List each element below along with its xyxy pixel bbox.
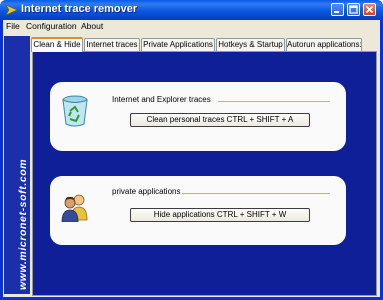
menu-configuration[interactable]: Configuration xyxy=(26,21,77,31)
website-url: www.micronet-soft.com xyxy=(17,158,29,290)
tab-clean-hide[interactable]: Clean & Hide xyxy=(31,37,83,52)
clean-traces-button[interactable]: Clean personal traces CTRL + SHIFT + A xyxy=(130,113,310,127)
minimize-button[interactable] xyxy=(331,3,344,16)
traces-group-label: Internet and Explorer traces xyxy=(112,95,211,104)
users-icon xyxy=(61,194,88,222)
menu-about[interactable]: About xyxy=(81,21,103,31)
close-icon xyxy=(365,5,374,14)
maximize-icon xyxy=(349,5,358,14)
sidebar-banner: www.micronet-soft.com xyxy=(4,36,30,294)
apps-group-divider xyxy=(182,193,330,194)
apps-group-label: private applications xyxy=(112,187,181,196)
apps-group: private applications Hide applications C… xyxy=(50,176,346,245)
app-icon xyxy=(6,5,17,15)
window-title: Internet trace remover xyxy=(21,3,138,15)
maximize-button[interactable] xyxy=(347,3,360,16)
tab-private-applications[interactable]: Private Applications xyxy=(141,38,215,51)
menu-bar: File Configuration About xyxy=(3,20,380,34)
title-bar[interactable]: Internet trace remover xyxy=(0,0,383,20)
tab-internet-traces[interactable]: Internet traces xyxy=(84,38,140,51)
menu-file[interactable]: File xyxy=(6,21,20,31)
minimize-icon xyxy=(334,11,339,13)
tab-strip: Clean & Hide Internet traces Private App… xyxy=(30,37,380,52)
recycle-bin-icon xyxy=(62,95,88,127)
close-button[interactable] xyxy=(363,3,376,16)
traces-group-divider xyxy=(218,101,330,102)
hide-applications-button[interactable]: Hide applications CTRL + SHIFT + W xyxy=(130,208,310,222)
tab-autorun-applications[interactable]: Autorun applications: xyxy=(286,38,362,51)
traces-group: Internet and Explorer traces Clean perso… xyxy=(50,82,346,151)
tab-hotkeys-startup[interactable]: Hotkeys & Startup xyxy=(216,38,285,51)
